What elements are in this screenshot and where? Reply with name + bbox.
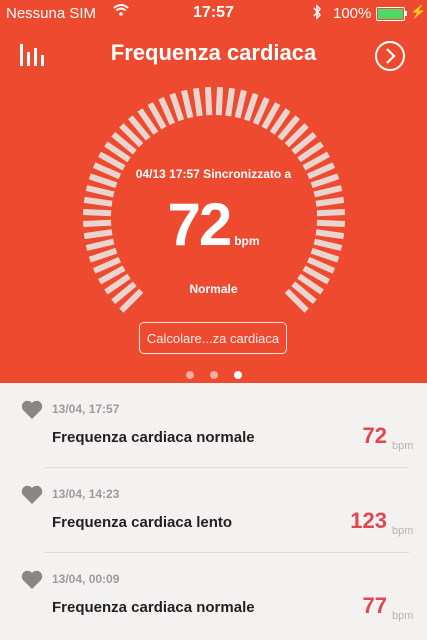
record-value: 77 <box>362 593 387 618</box>
page-dot-active[interactable] <box>234 371 242 379</box>
record-unit: bpm <box>392 440 414 452</box>
gauge-tick <box>215 87 224 116</box>
gauge-tick <box>181 89 194 119</box>
heart-icon <box>21 570 43 590</box>
bpm-value: 72 <box>167 191 232 258</box>
gauge-tick <box>225 87 236 117</box>
gauge-tick <box>204 87 213 116</box>
page-dot[interactable] <box>186 371 194 379</box>
heart-icon <box>21 485 43 505</box>
record-value: 72 <box>362 423 387 448</box>
gauge-tick <box>192 87 203 117</box>
record-unit: bpm <box>392 610 414 622</box>
list-item[interactable]: 13/04, 14:23 Frequenza cardiaca lento 12… <box>0 468 427 553</box>
record-unit: bpm <box>392 525 414 537</box>
bpm-unit: bpm <box>234 234 260 248</box>
record-datetime: 13/04, 00:09 <box>52 572 120 586</box>
record-label: Frequenza cardiaca lento <box>52 514 233 531</box>
heart-rate-state: Normale <box>189 282 238 296</box>
gauge-tick <box>169 92 185 122</box>
record-datetime: 13/04, 17:57 <box>52 402 120 416</box>
calculate-button[interactable]: Calcolare...za cardiaca <box>139 322 287 354</box>
list-item[interactable]: 13/04, 17:57 Frequenza cardiaca normale … <box>0 383 427 468</box>
sync-text: 04/13 17:57 Sincronizzato a <box>135 167 292 181</box>
heart-icon <box>21 400 43 420</box>
bpm-readout: 72 bpm <box>0 190 427 259</box>
gauge-tick <box>243 92 259 122</box>
record-label: Frequenza cardiaca normale <box>52 429 255 446</box>
header-panel: Nessuna SIM 17:57 100% ⚡ Frequenza cardi… <box>0 0 427 383</box>
page-dot[interactable] <box>210 371 218 379</box>
record-value: 123 <box>350 508 387 533</box>
gauge-tick <box>234 89 247 119</box>
history-list: 13/04, 17:57 Frequenza cardiaca normale … <box>0 383 427 638</box>
record-datetime: 13/04, 14:23 <box>52 487 120 501</box>
list-item[interactable]: 13/04, 00:09 Frequenza cardiaca normale … <box>0 553 427 638</box>
record-label: Frequenza cardiaca normale <box>52 599 255 616</box>
